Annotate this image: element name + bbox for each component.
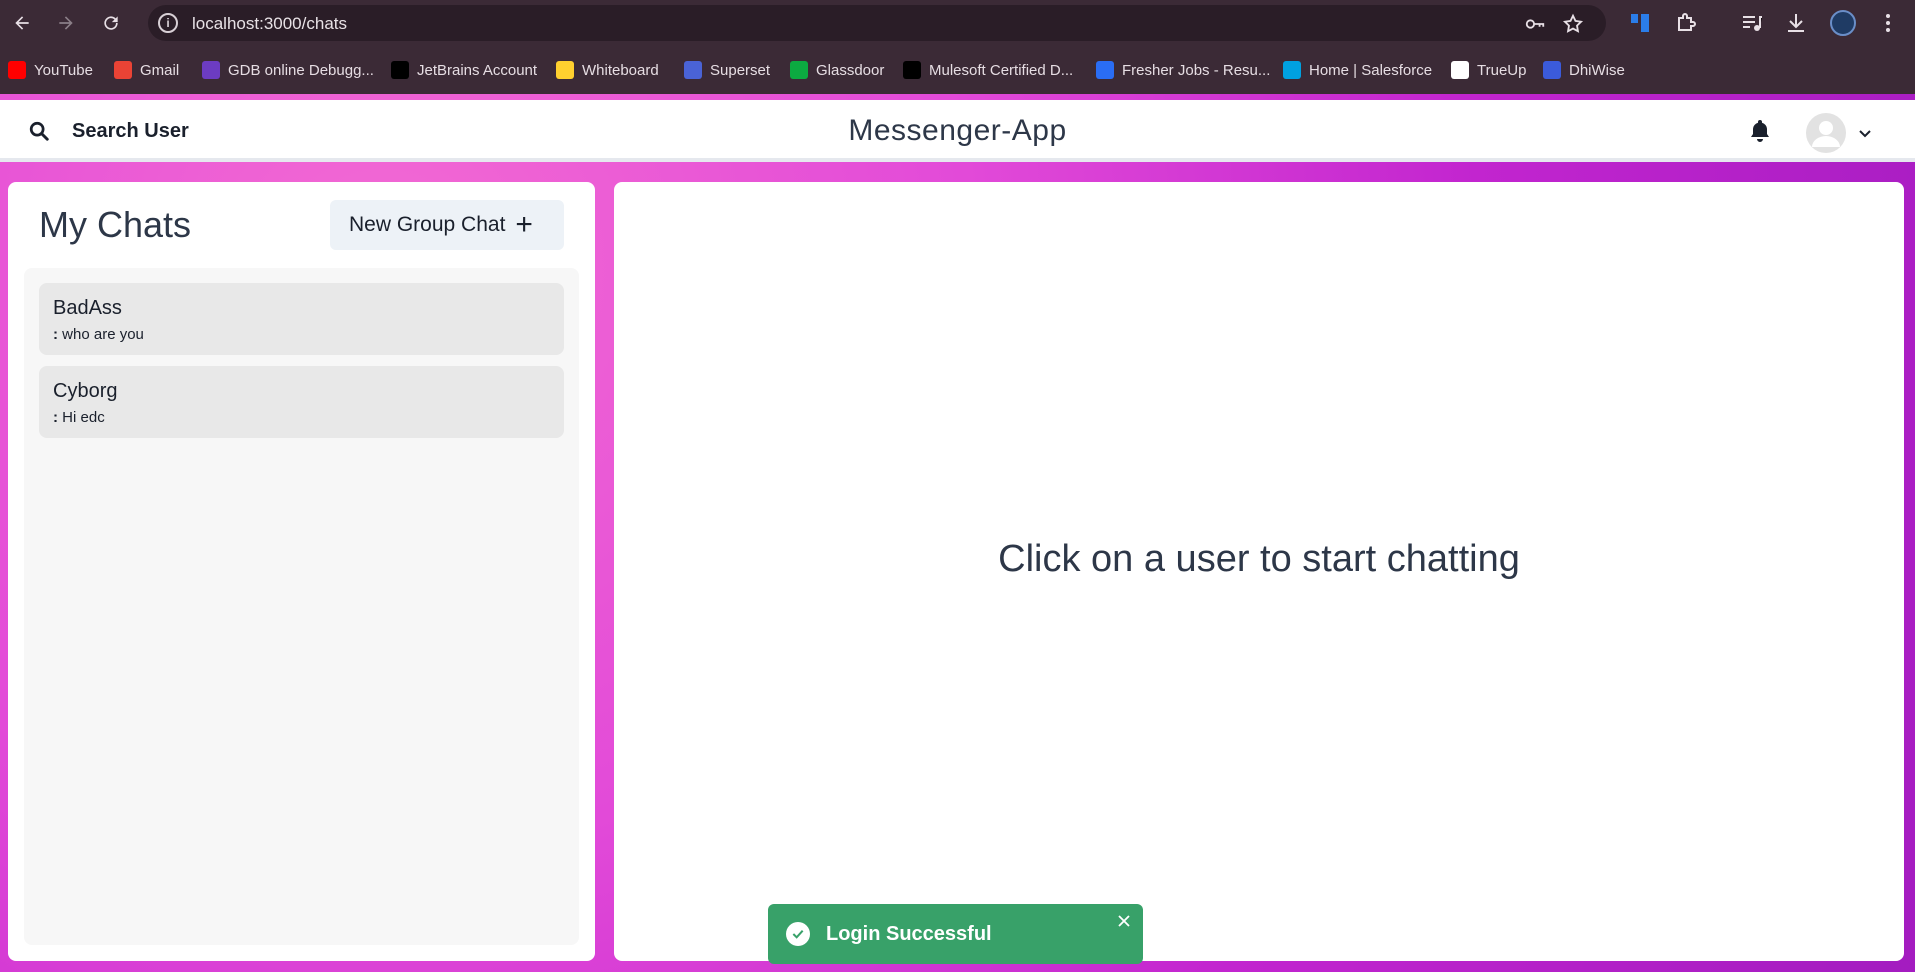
bookmark-label: YouTube [34, 61, 93, 79]
bookmark-label: JetBrains Account [417, 61, 538, 79]
bookmark-item[interactable]: Glassdoor [790, 59, 884, 81]
back-button[interactable] [10, 11, 34, 35]
app-background: Search User Messenger-App My Chats New G… [0, 94, 1915, 972]
app-title: Messenger-App [848, 114, 1067, 147]
bookmark-label: Whiteboard [582, 61, 659, 79]
plus-icon: + [515, 208, 533, 241]
browser-toolbar: i localhost:3000/chats [0, 0, 1915, 46]
bookmark-item[interactable]: Gmail [114, 59, 179, 81]
bookmarks-bar: YouTube Gmail GDB online Debugg... JetBrain… [0, 46, 1915, 94]
arrow-right-icon [59, 16, 73, 30]
bookmark-label: Home | Salesforce [1309, 61, 1433, 79]
site-info-icon[interactable]: i [158, 13, 178, 33]
chat-list-item[interactable]: Cyborg : Hi edc [39, 366, 564, 438]
reload-icon [104, 16, 118, 30]
bookmark-item[interactable]: Superset [684, 59, 770, 81]
bookmark-label: Fresher Jobs - Resu... [1122, 61, 1271, 79]
media-control-icon[interactable] [1740, 11, 1764, 35]
trello-extension-icon[interactable] [1628, 11, 1652, 35]
bell-icon[interactable] [1748, 118, 1772, 144]
bookmark-label: GDB online Debugg... [228, 61, 374, 79]
empty-chat-message: Click on a user to start chatting [998, 538, 1520, 580]
chat-list-item[interactable]: BadAss : who are you [39, 283, 564, 355]
chevron-down-icon[interactable] [1857, 125, 1873, 141]
extensions-icon[interactable] [1674, 11, 1698, 35]
chat-last-message: : Hi edc [53, 409, 105, 426]
check-circle-icon [786, 922, 810, 946]
login-toast: Login Successful [768, 904, 1143, 964]
gmail-icon [114, 61, 132, 79]
bookmark-label: TrueUp [1477, 61, 1527, 79]
miro-icon [556, 61, 574, 79]
toast-message: Login Successful [826, 922, 992, 945]
close-icon[interactable] [1117, 914, 1131, 928]
bookmark-item[interactable]: TrueUp [1451, 59, 1526, 81]
reload-button[interactable] [99, 11, 123, 35]
chat-list: BadAss : who are you Cyborg : Hi edc [24, 268, 579, 945]
dhiwise-icon [1543, 61, 1561, 79]
chat-last-message: : who are you [53, 326, 144, 343]
bookmark-label: DhiWise [1569, 61, 1625, 79]
new-group-chat-label: New Group Chat [349, 213, 506, 236]
chat-name: Cyborg [53, 380, 118, 402]
bookmark-item[interactable]: Mulesoft Certified D... [903, 59, 1073, 81]
bookmark-label: Glassdoor [816, 61, 885, 79]
user-avatar[interactable] [1806, 113, 1846, 153]
bookmark-label: Superset [710, 61, 771, 79]
more-options-icon[interactable] [1876, 11, 1900, 35]
address-bar[interactable]: i localhost:3000/chats [148, 5, 1606, 41]
trueup-icon [1451, 61, 1469, 79]
bookmark-item[interactable]: GDB online Debugg... [202, 59, 374, 81]
bookmark-item[interactable]: DhiWise [1543, 59, 1625, 81]
bookmark-item[interactable]: Home | Salesforce [1283, 59, 1432, 81]
star-icon[interactable] [1562, 13, 1584, 35]
salesforce-icon [1283, 61, 1301, 79]
glassdoor-icon [790, 61, 808, 79]
bookmark-item[interactable]: Whiteboard [556, 59, 659, 81]
my-chats-title: My Chats [39, 204, 192, 245]
fresher-jobs-icon [1096, 61, 1114, 79]
bookmark-item[interactable]: YouTube [8, 59, 93, 81]
superset-icon [684, 61, 702, 79]
key-icon[interactable] [1524, 13, 1546, 35]
gdb-icon [202, 61, 220, 79]
app-header: Search User Messenger-App [0, 100, 1915, 162]
bookmark-label: Gmail [140, 61, 180, 79]
bookmark-item[interactable]: JetBrains Account [391, 59, 537, 81]
chat-window: Click on a user to start chatting [614, 182, 1904, 961]
chat-name: BadAss [53, 297, 122, 319]
jetbrains-icon [391, 61, 409, 79]
medium-icon [903, 61, 921, 79]
new-group-chat-button[interactable]: New Group Chat + [330, 200, 564, 250]
arrow-left-icon [15, 16, 29, 30]
bookmark-label: Mulesoft Certified D... [929, 61, 1074, 79]
my-chats-panel: My Chats New Group Chat + BadAss : who a… [8, 182, 595, 961]
forward-button[interactable] [54, 11, 78, 35]
url-text[interactable]: localhost:3000/chats [192, 14, 347, 34]
download-icon[interactable] [1784, 11, 1808, 35]
user-icon [1812, 121, 1840, 147]
browser-profile-avatar[interactable] [1830, 10, 1856, 36]
youtube-icon [8, 61, 26, 79]
bookmark-item[interactable]: Fresher Jobs - Resu... [1096, 59, 1270, 81]
